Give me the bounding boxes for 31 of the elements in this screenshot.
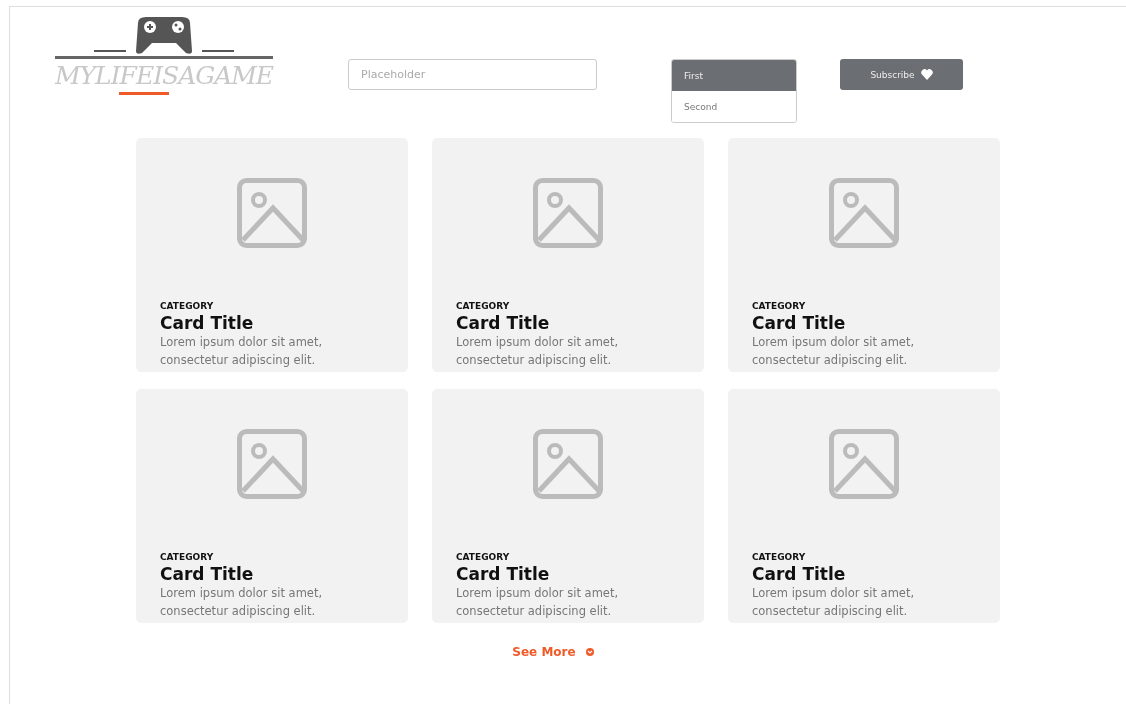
image-placeholder-icon	[829, 429, 899, 499]
card-text: Lorem ipsum dolor sit amet, consectetur adipiscing elit.	[752, 334, 916, 369]
image-placeholder-icon	[829, 178, 899, 248]
card-title: Card Title	[160, 564, 255, 584]
heart-icon	[920, 69, 933, 80]
card-text: Lorem ipsum dolor sit amet, consectetur adipiscing elit.	[160, 334, 324, 369]
card-text: Lorem ipsum dolor sit amet, consectetur adipiscing elit.	[752, 585, 916, 620]
card-title: Card Title	[752, 564, 847, 584]
image-placeholder-icon	[237, 178, 307, 248]
card-title: Card Title	[160, 313, 255, 333]
search-field[interactable]: Placeholder	[348, 59, 597, 90]
image-placeholder-icon	[533, 429, 603, 499]
card-text: Lorem ipsum dolor sit amet, consectetur adipiscing elit.	[160, 585, 324, 620]
card-title: Card Title	[752, 313, 847, 333]
image-placeholder-icon	[533, 178, 603, 248]
chevron-down-icon	[585, 648, 594, 656]
card-category: CATEGORY	[456, 552, 511, 562]
card-text: Lorem ipsum dolor sit amet, consectetur adipiscing elit.	[456, 334, 620, 369]
card-category: CATEGORY	[752, 552, 807, 562]
gamepad-icon	[94, 15, 234, 55]
dropdown-option[interactable]: First	[672, 60, 796, 91]
card-category: CATEGORY	[752, 301, 807, 311]
subscribe-button[interactable]: Subscribe	[840, 59, 963, 90]
image-placeholder-icon	[237, 429, 307, 499]
card-category: CATEGORY	[160, 301, 215, 311]
see-more-link[interactable]: See More	[512, 645, 576, 659]
card-category: CATEGORY	[160, 552, 215, 562]
card-title: Card Title	[456, 313, 551, 333]
card-category: CATEGORY	[456, 301, 511, 311]
card-title: Card Title	[456, 564, 551, 584]
card-text: Lorem ipsum dolor sit amet, consectetur adipiscing elit.	[456, 585, 620, 620]
